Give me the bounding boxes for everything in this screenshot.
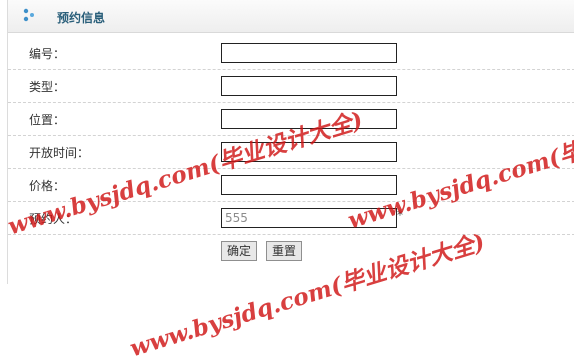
type-input[interactable] bbox=[221, 76, 397, 96]
number-input[interactable] bbox=[221, 43, 397, 63]
form-row-location: 位置： bbox=[8, 103, 574, 136]
reservation-form: 编号： 类型： 位置： 开放时间： 价格： 预约人： * 确定 重置 bbox=[8, 37, 574, 263]
reserver-input[interactable] bbox=[221, 208, 397, 228]
reserver-label: 预约人： bbox=[29, 212, 78, 226]
reservation-panel: 预约信息 编号： 类型： 位置： 开放时间： 价格： 预约人： * 确定 bbox=[7, 0, 574, 284]
form-row-open-time: 开放时间： bbox=[8, 136, 574, 169]
form-row-price: 价格： bbox=[8, 169, 574, 202]
form-row-number: 编号： bbox=[8, 37, 574, 70]
confirm-button[interactable]: 确定 bbox=[221, 241, 258, 261]
open-time-label: 开放时间： bbox=[29, 146, 90, 160]
price-label: 价格： bbox=[29, 179, 66, 193]
location-input[interactable] bbox=[221, 109, 397, 129]
price-input[interactable] bbox=[221, 175, 397, 195]
reset-button[interactable]: 重置 bbox=[266, 241, 303, 261]
required-mark: * bbox=[397, 208, 403, 222]
form-row-reserver: 预约人： * bbox=[8, 202, 574, 235]
open-time-input[interactable] bbox=[221, 142, 397, 162]
type-label: 类型： bbox=[29, 80, 66, 94]
blue-dots-icon bbox=[23, 8, 34, 22]
form-row-type: 类型： bbox=[8, 70, 574, 103]
page-title: 预约信息 bbox=[57, 11, 106, 25]
button-row: 确定 重置 bbox=[8, 235, 574, 263]
panel-header: 预约信息 bbox=[8, 0, 574, 33]
location-label: 位置： bbox=[29, 113, 66, 127]
number-label: 编号： bbox=[29, 47, 66, 61]
